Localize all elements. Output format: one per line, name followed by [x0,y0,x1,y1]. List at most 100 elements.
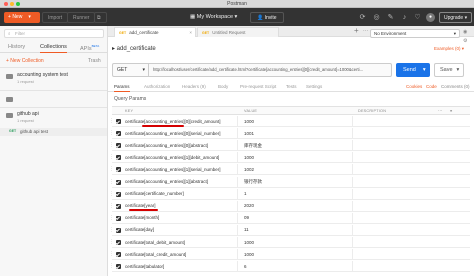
row-checkbox[interactable] [116,155,121,161]
comments-link[interactable]: Comments (0) [441,84,470,89]
eye-icon[interactable]: ◉ [463,29,467,35]
runner-button[interactable]: Runner [67,12,96,23]
invite-button[interactable]: 👤 Invite [250,12,284,23]
param-value[interactable]: 1002 [244,167,254,172]
param-key[interactable]: certificate[total_debit_amount] [125,240,185,245]
request-title[interactable]: ▸ add_certificate [112,45,156,52]
tab-tests[interactable]: Tests [286,84,297,89]
new-window-button[interactable]: ⧉ [94,12,107,23]
new-collection-button[interactable]: + New Collection [6,58,44,64]
drag-handle-icon[interactable]: ⋮ [109,191,114,197]
param-value[interactable]: 库存现金 [244,143,262,149]
new-button[interactable]: + New ▾ [4,12,40,23]
drag-handle-icon[interactable]: ⋮ [109,118,114,124]
row-checkbox[interactable] [116,264,121,270]
more-icon[interactable]: ··· [363,26,368,36]
param-key[interactable]: certificate[accounting_entries][0][seria… [125,131,221,136]
drag-handle-icon[interactable]: ⋮ [109,142,114,148]
environment-select[interactable]: No Environment ▾ [370,29,460,38]
workspace-switcher[interactable]: ▦ My Workspace ▾ [190,12,237,23]
table-row[interactable]: ⋮ certificate[accounting_entries][0][cred… [109,116,470,127]
tab-settings[interactable]: Settings [306,84,322,89]
table-row[interactable]: ⋮ certificate[certificate_number] 1 [109,188,470,200]
chevron-down-icon[interactable]: ▾ [28,14,31,20]
param-key[interactable]: certificate[tabulator] [125,264,164,269]
param-value[interactable]: 1001 [244,131,254,136]
param-key[interactable]: certificate[accounting_entries][0][credi… [125,119,221,124]
tab-params[interactable]: Params [114,84,130,92]
chevron-down-icon[interactable]: ▾ [457,67,460,73]
row-checkbox[interactable] [116,215,121,221]
row-checkbox[interactable] [116,227,121,233]
param-key[interactable]: certificate[total_credit_amount] [125,252,186,257]
row-checkbox[interactable] [116,131,121,137]
param-value[interactable]: 6 [244,264,247,269]
drag-handle-icon[interactable]: ⋮ [109,179,114,185]
table-row[interactable]: ⋮ certificate[accounting_entries][0][abst… [109,140,470,152]
avatar-icon[interactable]: ● [426,13,435,22]
param-value[interactable]: 银行存款 [244,179,262,185]
table-row[interactable]: ⋮ certificate[total_credit_amount] 1000 [109,249,470,261]
tab-authorization[interactable]: Authorization [144,84,170,89]
bell-icon[interactable]: ♪ [400,13,409,22]
param-value[interactable]: 1000 [244,240,254,245]
collection-item[interactable]: accounting system test 1 request [0,71,107,91]
wrench-icon[interactable]: ✎ [386,13,395,22]
send-button[interactable]: Send ▾ [396,63,430,77]
gear-icon[interactable]: ⚙ [463,38,467,44]
param-key[interactable]: certificate[month] [125,215,159,220]
examples-dropdown[interactable]: Examples (0) ▾ [434,46,464,52]
more-icon[interactable]: ··· [438,109,442,113]
table-row[interactable]: ⋮ certificate[day] 11 [109,224,470,236]
save-button[interactable]: Save ▾ [434,63,464,77]
param-key[interactable]: certificate[year] [125,203,156,208]
import-button[interactable]: Import [42,12,69,23]
heart-icon[interactable]: ♡ [413,13,422,22]
table-row[interactable]: ⋮ certificate[month] 09 [109,212,470,224]
param-value[interactable]: 09 [244,215,249,220]
param-key[interactable]: certificate[accounting_entries][1][debit… [125,155,219,160]
param-value[interactable]: 1 [244,191,247,196]
drag-handle-icon[interactable]: ⋮ [109,166,114,172]
method-select[interactable]: GET ▾ [113,64,149,76]
trash-link[interactable]: Trash [88,58,101,64]
row-checkbox[interactable] [116,119,121,124]
code-link[interactable]: Code [426,84,437,89]
drag-handle-icon[interactable]: ⋮ [109,239,114,245]
row-checkbox[interactable] [116,167,121,173]
param-value[interactable]: 2020 [244,203,254,208]
param-key[interactable]: certificate[certificate_number] [125,191,184,196]
row-checkbox[interactable] [116,179,121,185]
search-input[interactable]: ⌕ Filter [4,29,104,38]
param-value[interactable]: 1000 [244,155,254,160]
add-tab-icon[interactable]: + [354,26,359,36]
table-row[interactable]: ⋮ certificate[year] 2020 [109,200,470,212]
table-row[interactable]: ⋮ certificate[accounting_entries][0][seri… [109,128,470,140]
table-row[interactable]: ⋮ certificate[total_debit_amount] 1000 [109,237,470,248]
drag-handle-icon[interactable]: ⋮ [109,251,114,257]
tab-body[interactable]: Body [218,84,228,89]
param-value[interactable]: 1000 [244,252,254,257]
param-key[interactable]: certificate[accounting_entries][1][abstr… [125,179,208,184]
drag-handle-icon[interactable]: ⋮ [109,263,114,269]
tab-headers[interactable]: Headers (9) [182,84,206,89]
table-row[interactable]: ⋮ certificate[accounting_entries][1][debi… [109,152,470,164]
row-checkbox[interactable] [116,143,121,149]
row-checkbox[interactable] [116,191,121,197]
tab-apis[interactable]: APIsBETA [80,44,99,52]
url-input[interactable]: http://localhost/user/certificate/add_ce… [153,64,391,76]
satellite-icon[interactable]: ◎ [372,13,381,22]
table-row[interactable]: ⋮ certificate[accounting_entries][1][abst… [109,176,470,188]
param-value[interactable]: 11 [244,227,249,232]
drag-handle-icon[interactable]: ⋮ [109,154,114,160]
chevron-down-icon[interactable]: ▾ [423,67,426,73]
tab-pre-request-script[interactable]: Pre-request Script [240,84,276,89]
param-key[interactable]: certificate[day] [125,227,154,232]
drag-handle-icon[interactable]: ⋮ [109,227,114,233]
row-checkbox[interactable] [116,240,121,245]
param-key[interactable]: certificate[accounting_entries][1][seria… [125,167,221,172]
tab-history[interactable]: History [8,44,25,50]
request-tab[interactable]: GET Untitled Request [197,27,279,37]
row-checkbox[interactable] [116,252,121,258]
param-value[interactable]: 1000 [244,119,254,124]
